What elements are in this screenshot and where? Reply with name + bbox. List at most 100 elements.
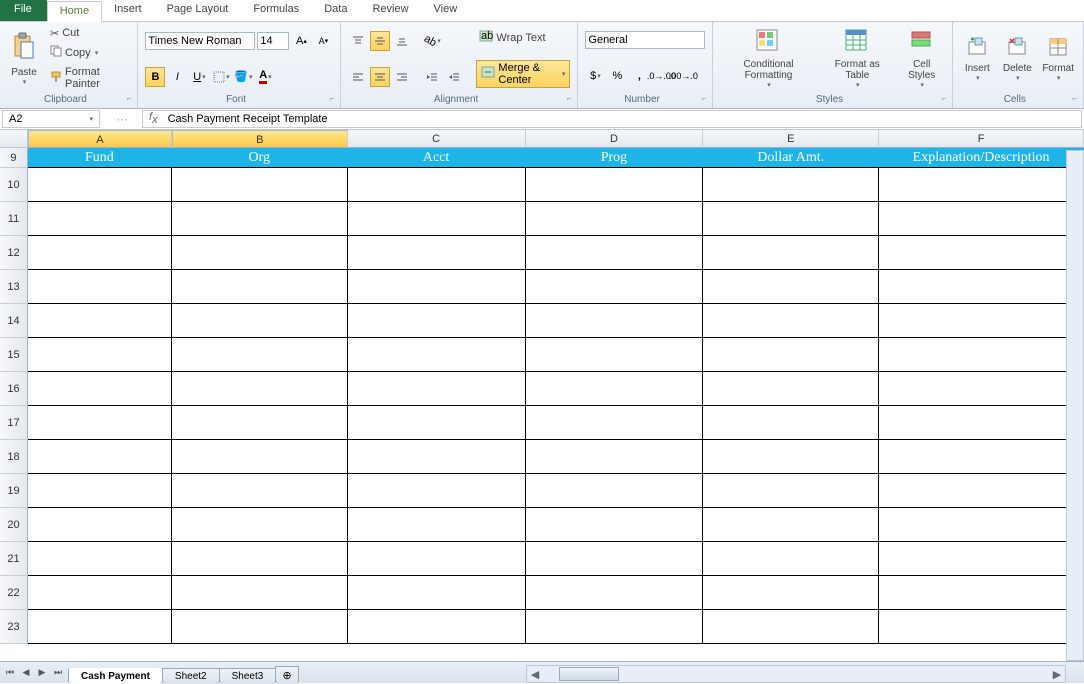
accounting-format-button[interactable]: $▾ xyxy=(585,66,605,86)
underline-button[interactable]: U▾ xyxy=(189,67,209,87)
new-sheet-button[interactable]: ⊕ xyxy=(275,666,298,684)
border-button[interactable]: ▾ xyxy=(211,67,231,87)
cell[interactable] xyxy=(28,338,172,372)
cell[interactable] xyxy=(526,576,704,610)
cut-button[interactable]: ✂Cut xyxy=(47,26,130,41)
cell[interactable] xyxy=(703,270,879,304)
sheet-tab-1[interactable]: Cash Payment xyxy=(68,668,163,684)
horizontal-scrollbar[interactable]: ◀▶ xyxy=(526,665,1066,683)
cell[interactable] xyxy=(348,236,526,270)
cell[interactable] xyxy=(348,508,526,542)
cell[interactable] xyxy=(348,576,526,610)
tab-insert[interactable]: Insert xyxy=(102,0,155,21)
row-head[interactable]: 19 xyxy=(0,474,28,508)
cell[interactable] xyxy=(172,610,348,644)
fx-button[interactable]: fx xyxy=(143,111,164,126)
cell[interactable] xyxy=(526,338,704,372)
cell[interactable] xyxy=(28,372,172,406)
cell[interactable] xyxy=(879,406,1084,440)
tab-file[interactable]: File xyxy=(0,0,47,21)
decrease-font-button[interactable]: A▾ xyxy=(313,31,333,51)
increase-indent-button[interactable] xyxy=(444,67,464,87)
format-cells-button[interactable]: Format▾ xyxy=(1037,24,1079,93)
cell[interactable] xyxy=(28,474,172,508)
row-head[interactable]: 10 xyxy=(0,168,28,202)
row-head[interactable]: 11 xyxy=(0,202,28,236)
cell[interactable] xyxy=(526,304,704,338)
cell[interactable] xyxy=(348,168,526,202)
cell[interactable] xyxy=(348,372,526,406)
cell[interactable] xyxy=(703,406,879,440)
align-center-button[interactable] xyxy=(370,67,390,87)
cell[interactable] xyxy=(28,168,172,202)
col-head-E[interactable]: E xyxy=(703,130,879,148)
tab-home[interactable]: Home xyxy=(47,1,102,22)
cell[interactable] xyxy=(879,576,1084,610)
cell[interactable] xyxy=(879,542,1084,576)
cell[interactable] xyxy=(172,304,348,338)
cell[interactable] xyxy=(879,304,1084,338)
cell[interactable] xyxy=(172,270,348,304)
cell[interactable] xyxy=(28,576,172,610)
font-name-select[interactable] xyxy=(145,32,255,50)
row-head[interactable]: 13 xyxy=(0,270,28,304)
cell[interactable] xyxy=(703,236,879,270)
cell[interactable] xyxy=(172,508,348,542)
paste-button[interactable]: Paste ▾ xyxy=(4,24,44,93)
cell[interactable] xyxy=(28,270,172,304)
cell[interactable] xyxy=(526,440,704,474)
align-right-button[interactable] xyxy=(392,67,412,87)
col-head-A[interactable]: A xyxy=(28,130,172,148)
cell[interactable] xyxy=(703,338,879,372)
italic-button[interactable]: I xyxy=(167,67,187,87)
col-head-D[interactable]: D xyxy=(526,130,704,148)
header-cell[interactable]: Explanation/Description xyxy=(879,148,1084,168)
align-bottom-button[interactable] xyxy=(392,31,412,51)
cell[interactable] xyxy=(703,440,879,474)
cell[interactable] xyxy=(703,372,879,406)
cell[interactable] xyxy=(526,542,704,576)
fill-color-button[interactable]: 🪣▾ xyxy=(233,67,253,87)
cell[interactable] xyxy=(28,406,172,440)
col-head-C[interactable]: C xyxy=(348,130,526,148)
cell[interactable] xyxy=(348,610,526,644)
sheet-nav-prev[interactable]: ◀ xyxy=(18,664,34,682)
cell[interactable] xyxy=(703,508,879,542)
cell[interactable] xyxy=(703,542,879,576)
select-all-corner[interactable] xyxy=(0,130,28,148)
row-head[interactable]: 14 xyxy=(0,304,28,338)
cell[interactable] xyxy=(172,576,348,610)
cell[interactable] xyxy=(879,610,1084,644)
format-painter-button[interactable]: Format Painter xyxy=(47,65,130,91)
insert-cells-button[interactable]: Insert▾ xyxy=(957,24,997,93)
cell[interactable] xyxy=(879,338,1084,372)
col-head-F[interactable]: F xyxy=(879,130,1084,148)
cell[interactable] xyxy=(28,610,172,644)
cell[interactable] xyxy=(526,236,704,270)
sheet-nav-last[interactable]: ⏭ xyxy=(50,664,66,682)
cell[interactable] xyxy=(879,202,1084,236)
cell[interactable] xyxy=(879,440,1084,474)
align-left-button[interactable] xyxy=(348,67,368,87)
row-head[interactable]: 23 xyxy=(0,610,28,644)
cell[interactable] xyxy=(879,236,1084,270)
cell[interactable] xyxy=(172,338,348,372)
cell[interactable] xyxy=(879,168,1084,202)
cell[interactable] xyxy=(703,304,879,338)
formula-input[interactable] xyxy=(164,111,1081,127)
row-head[interactable]: 9 xyxy=(0,148,28,168)
cell[interactable] xyxy=(526,406,704,440)
cell[interactable] xyxy=(348,406,526,440)
cell-styles-button[interactable]: Cell Styles▾ xyxy=(895,24,948,93)
tab-review[interactable]: Review xyxy=(360,0,421,21)
cell[interactable] xyxy=(526,202,704,236)
orientation-button[interactable]: ab▾ xyxy=(422,31,442,51)
cell[interactable] xyxy=(28,542,172,576)
cell[interactable] xyxy=(879,508,1084,542)
cell[interactable] xyxy=(172,372,348,406)
row-head[interactable]: 12 xyxy=(0,236,28,270)
cell[interactable] xyxy=(348,338,526,372)
row-head[interactable]: 16 xyxy=(0,372,28,406)
cell[interactable] xyxy=(172,168,348,202)
decrease-decimal-button[interactable]: .00→.0 xyxy=(673,66,693,86)
